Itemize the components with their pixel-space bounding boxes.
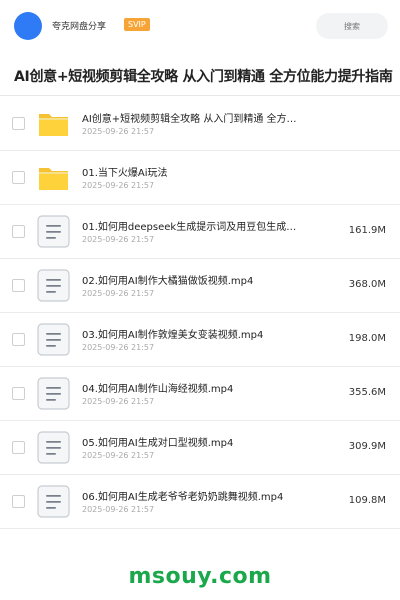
row-checkbox[interactable] <box>12 495 25 508</box>
file-row[interactable]: 02.如何用AI制作大橘猫做饭视频.mp4 2025-09-26 21:57 368… <box>0 259 400 313</box>
item-name: AI创意+短视频剪辑全攻略 从入门到精通 全方… <box>82 114 297 125</box>
row-checkbox[interactable] <box>12 225 25 238</box>
folder-icon <box>37 107 70 140</box>
item-date: 2025-09-26 21:57 <box>82 127 155 136</box>
item-size: 161.9M <box>348 225 386 236</box>
avatar[interactable] <box>14 12 42 40</box>
item-date: 2025-09-26 21:57 <box>82 397 155 406</box>
file-row[interactable]: 04.如何用AI制作山海经视频.mp4 2025-09-26 21:57 355.6… <box>0 367 400 421</box>
folder-row[interactable]: AI创意+短视频剪辑全攻略 从入门到精通 全方… 2025-09-26 21:57 <box>0 97 400 151</box>
item-size: 109.8M <box>348 495 386 506</box>
item-name: 01.当下火爆Ai玩法 <box>82 168 168 179</box>
item-name: 04.如何用AI制作山海经视频.mp4 <box>82 384 234 395</box>
item-date: 2025-09-26 21:57 <box>82 343 155 352</box>
document-icon <box>37 431 70 464</box>
search-input[interactable] <box>316 13 388 39</box>
row-checkbox[interactable] <box>12 171 25 184</box>
folder-row[interactable]: 01.当下火爆Ai玩法 2025-09-26 21:57 <box>0 151 400 205</box>
item-name: 02.如何用AI制作大橘猫做饭视频.mp4 <box>82 276 254 287</box>
row-checkbox[interactable] <box>12 279 25 292</box>
document-icon <box>37 485 70 518</box>
document-icon <box>37 377 70 410</box>
item-size: 198.0M <box>348 333 386 344</box>
item-size: 368.0M <box>348 279 386 290</box>
document-icon <box>37 323 70 356</box>
item-date: 2025-09-26 21:57 <box>82 289 155 298</box>
username: 夸克网盘分享 <box>52 22 107 32</box>
file-row[interactable]: 03.如何用AI制作敦煌美女变装视频.mp4 2025-09-26 21:57 19… <box>0 313 400 367</box>
watermark: msouy.com <box>128 564 272 589</box>
row-checkbox[interactable] <box>12 387 25 400</box>
row-checkbox[interactable] <box>12 333 25 346</box>
item-name: 05.如何用AI生成对口型视频.mp4 <box>82 438 234 449</box>
file-row[interactable]: 05.如何用AI生成对口型视频.mp4 2025-09-26 21:57 309.9… <box>0 421 400 475</box>
item-size: 355.6M <box>348 387 386 398</box>
page-title: AI创意+短视频剪辑全攻略 从入门到精通 全方位能力提升指南 <box>14 69 393 85</box>
header: 夸克网盘分享 SVIP <box>0 0 400 52</box>
item-name: 01.如何用deepseek生成提示词及用豆包生成… <box>82 222 297 233</box>
item-date: 2025-09-26 21:57 <box>82 181 155 190</box>
item-size: 309.9M <box>348 441 386 452</box>
title-bar: AI创意+短视频剪辑全攻略 从入门到精通 全方位能力提升指南 <box>0 52 400 96</box>
folder-icon <box>37 161 70 194</box>
svip-badge: SVIP <box>124 18 150 31</box>
item-name: 06.如何用AI生成老爷爷老奶奶跳舞视频.mp4 <box>82 492 284 503</box>
item-date: 2025-09-26 21:57 <box>82 451 155 460</box>
file-row[interactable]: 01.如何用deepseek生成提示词及用豆包生成… 2025-09-26 21:… <box>0 205 400 259</box>
row-checkbox[interactable] <box>12 441 25 454</box>
file-row[interactable]: 06.如何用AI生成老爷爷老奶奶跳舞视频.mp4 2025-09-26 21:57… <box>0 475 400 529</box>
file-list: AI创意+短视频剪辑全攻略 从入门到精通 全方… 2025-09-26 21:57… <box>0 97 400 529</box>
document-icon <box>37 269 70 302</box>
item-date: 2025-09-26 21:57 <box>82 505 155 514</box>
item-name: 03.如何用AI制作敦煌美女变装视频.mp4 <box>82 330 264 341</box>
item-date: 2025-09-26 21:57 <box>82 235 155 244</box>
document-icon <box>37 215 70 248</box>
row-checkbox[interactable] <box>12 117 25 130</box>
